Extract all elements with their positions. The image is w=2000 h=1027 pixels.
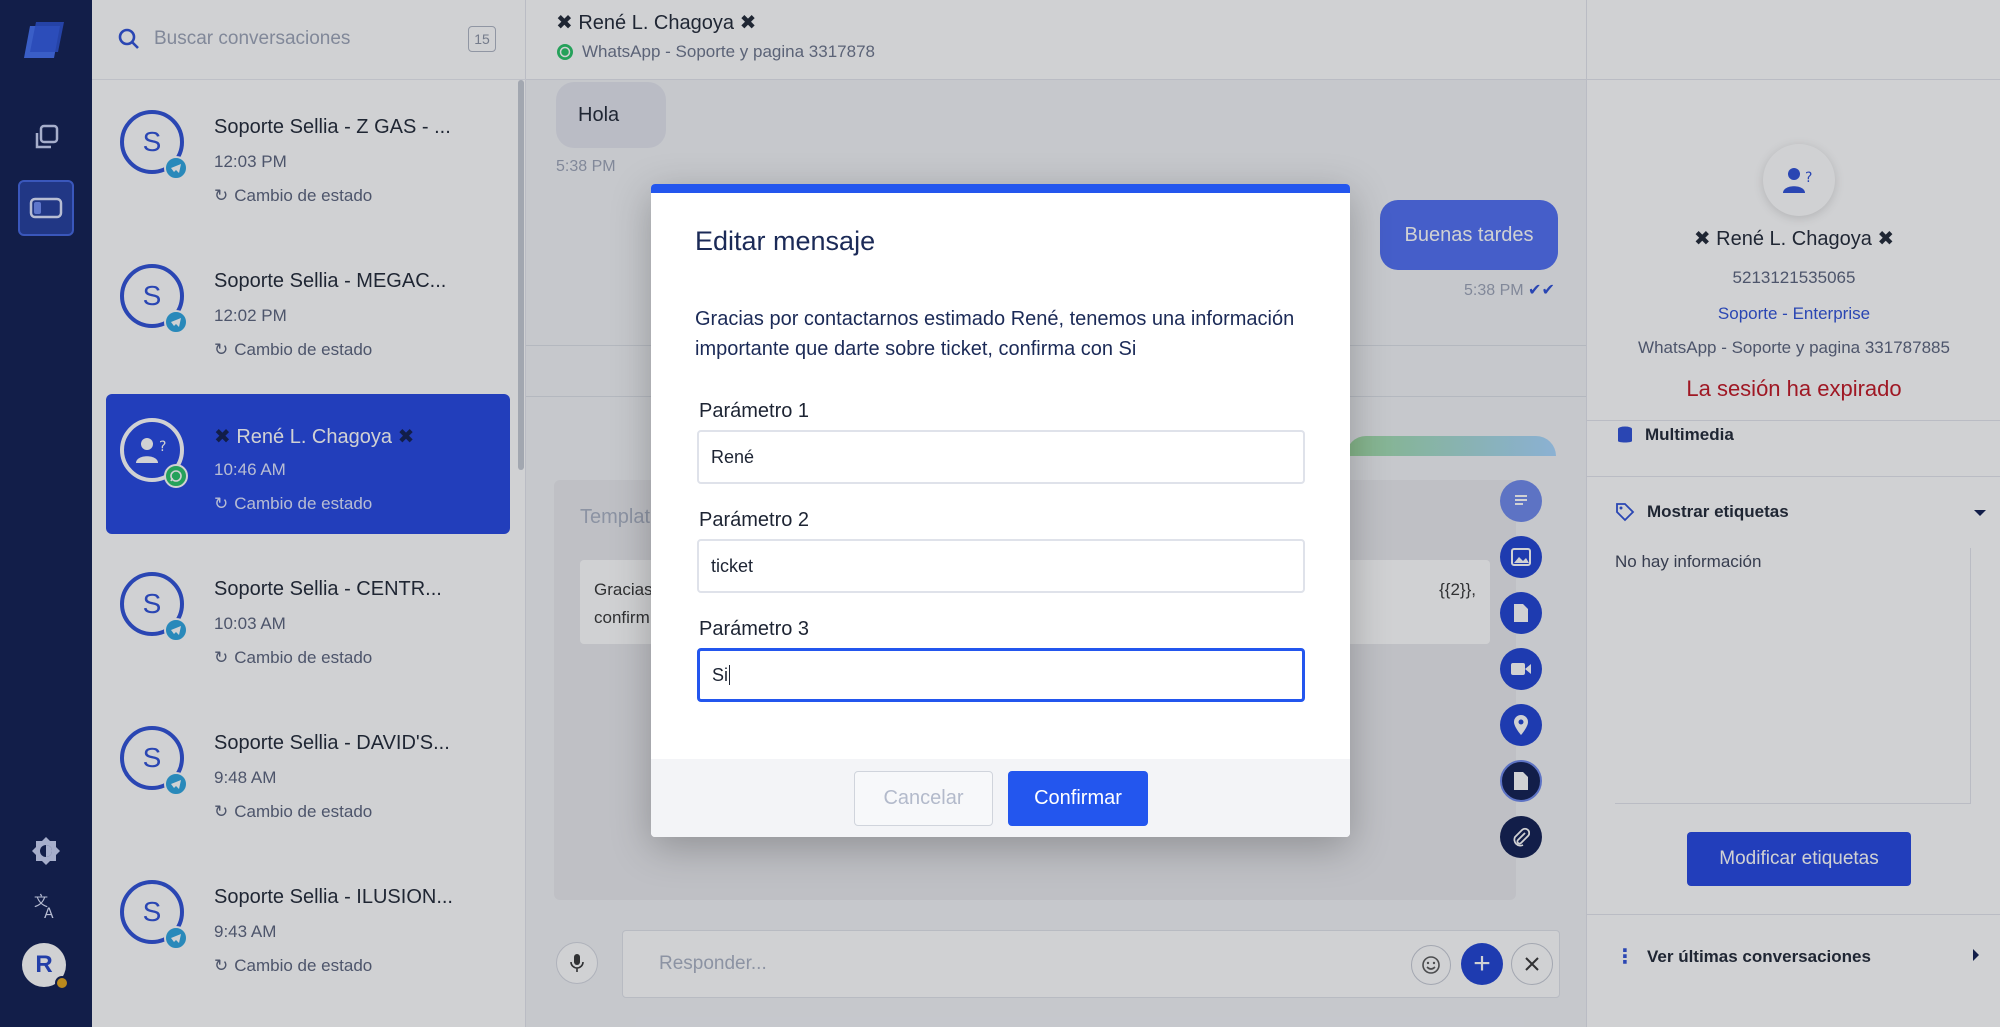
edit-message-modal: Editar mensaje Gracias por contactarnos … <box>651 184 1350 837</box>
modal-accent-bar <box>651 184 1350 193</box>
text-caret <box>729 665 731 685</box>
param-1-value: René <box>711 446 755 467</box>
param-3-input[interactable]: Si <box>697 648 1305 702</box>
modal-title: Editar mensaje <box>695 226 876 256</box>
modal-description: Gracias por contactarnos estimado René, … <box>695 308 1295 360</box>
confirm-button[interactable]: Confirmar <box>1008 771 1148 826</box>
param-3-label: Parámetro 3 <box>699 618 810 640</box>
param-2-input[interactable]: ticket <box>697 539 1305 593</box>
modal-footer: Cancelar Confirmar <box>651 759 1350 837</box>
param-2-value: ticket <box>711 555 754 576</box>
param-1-label: Parámetro 1 <box>699 400 810 422</box>
param-2-label: Parámetro 2 <box>699 509 810 531</box>
param-1-input[interactable]: René <box>697 430 1305 484</box>
cancel-button[interactable]: Cancelar <box>854 771 993 826</box>
param-3-value: Si <box>712 664 729 685</box>
